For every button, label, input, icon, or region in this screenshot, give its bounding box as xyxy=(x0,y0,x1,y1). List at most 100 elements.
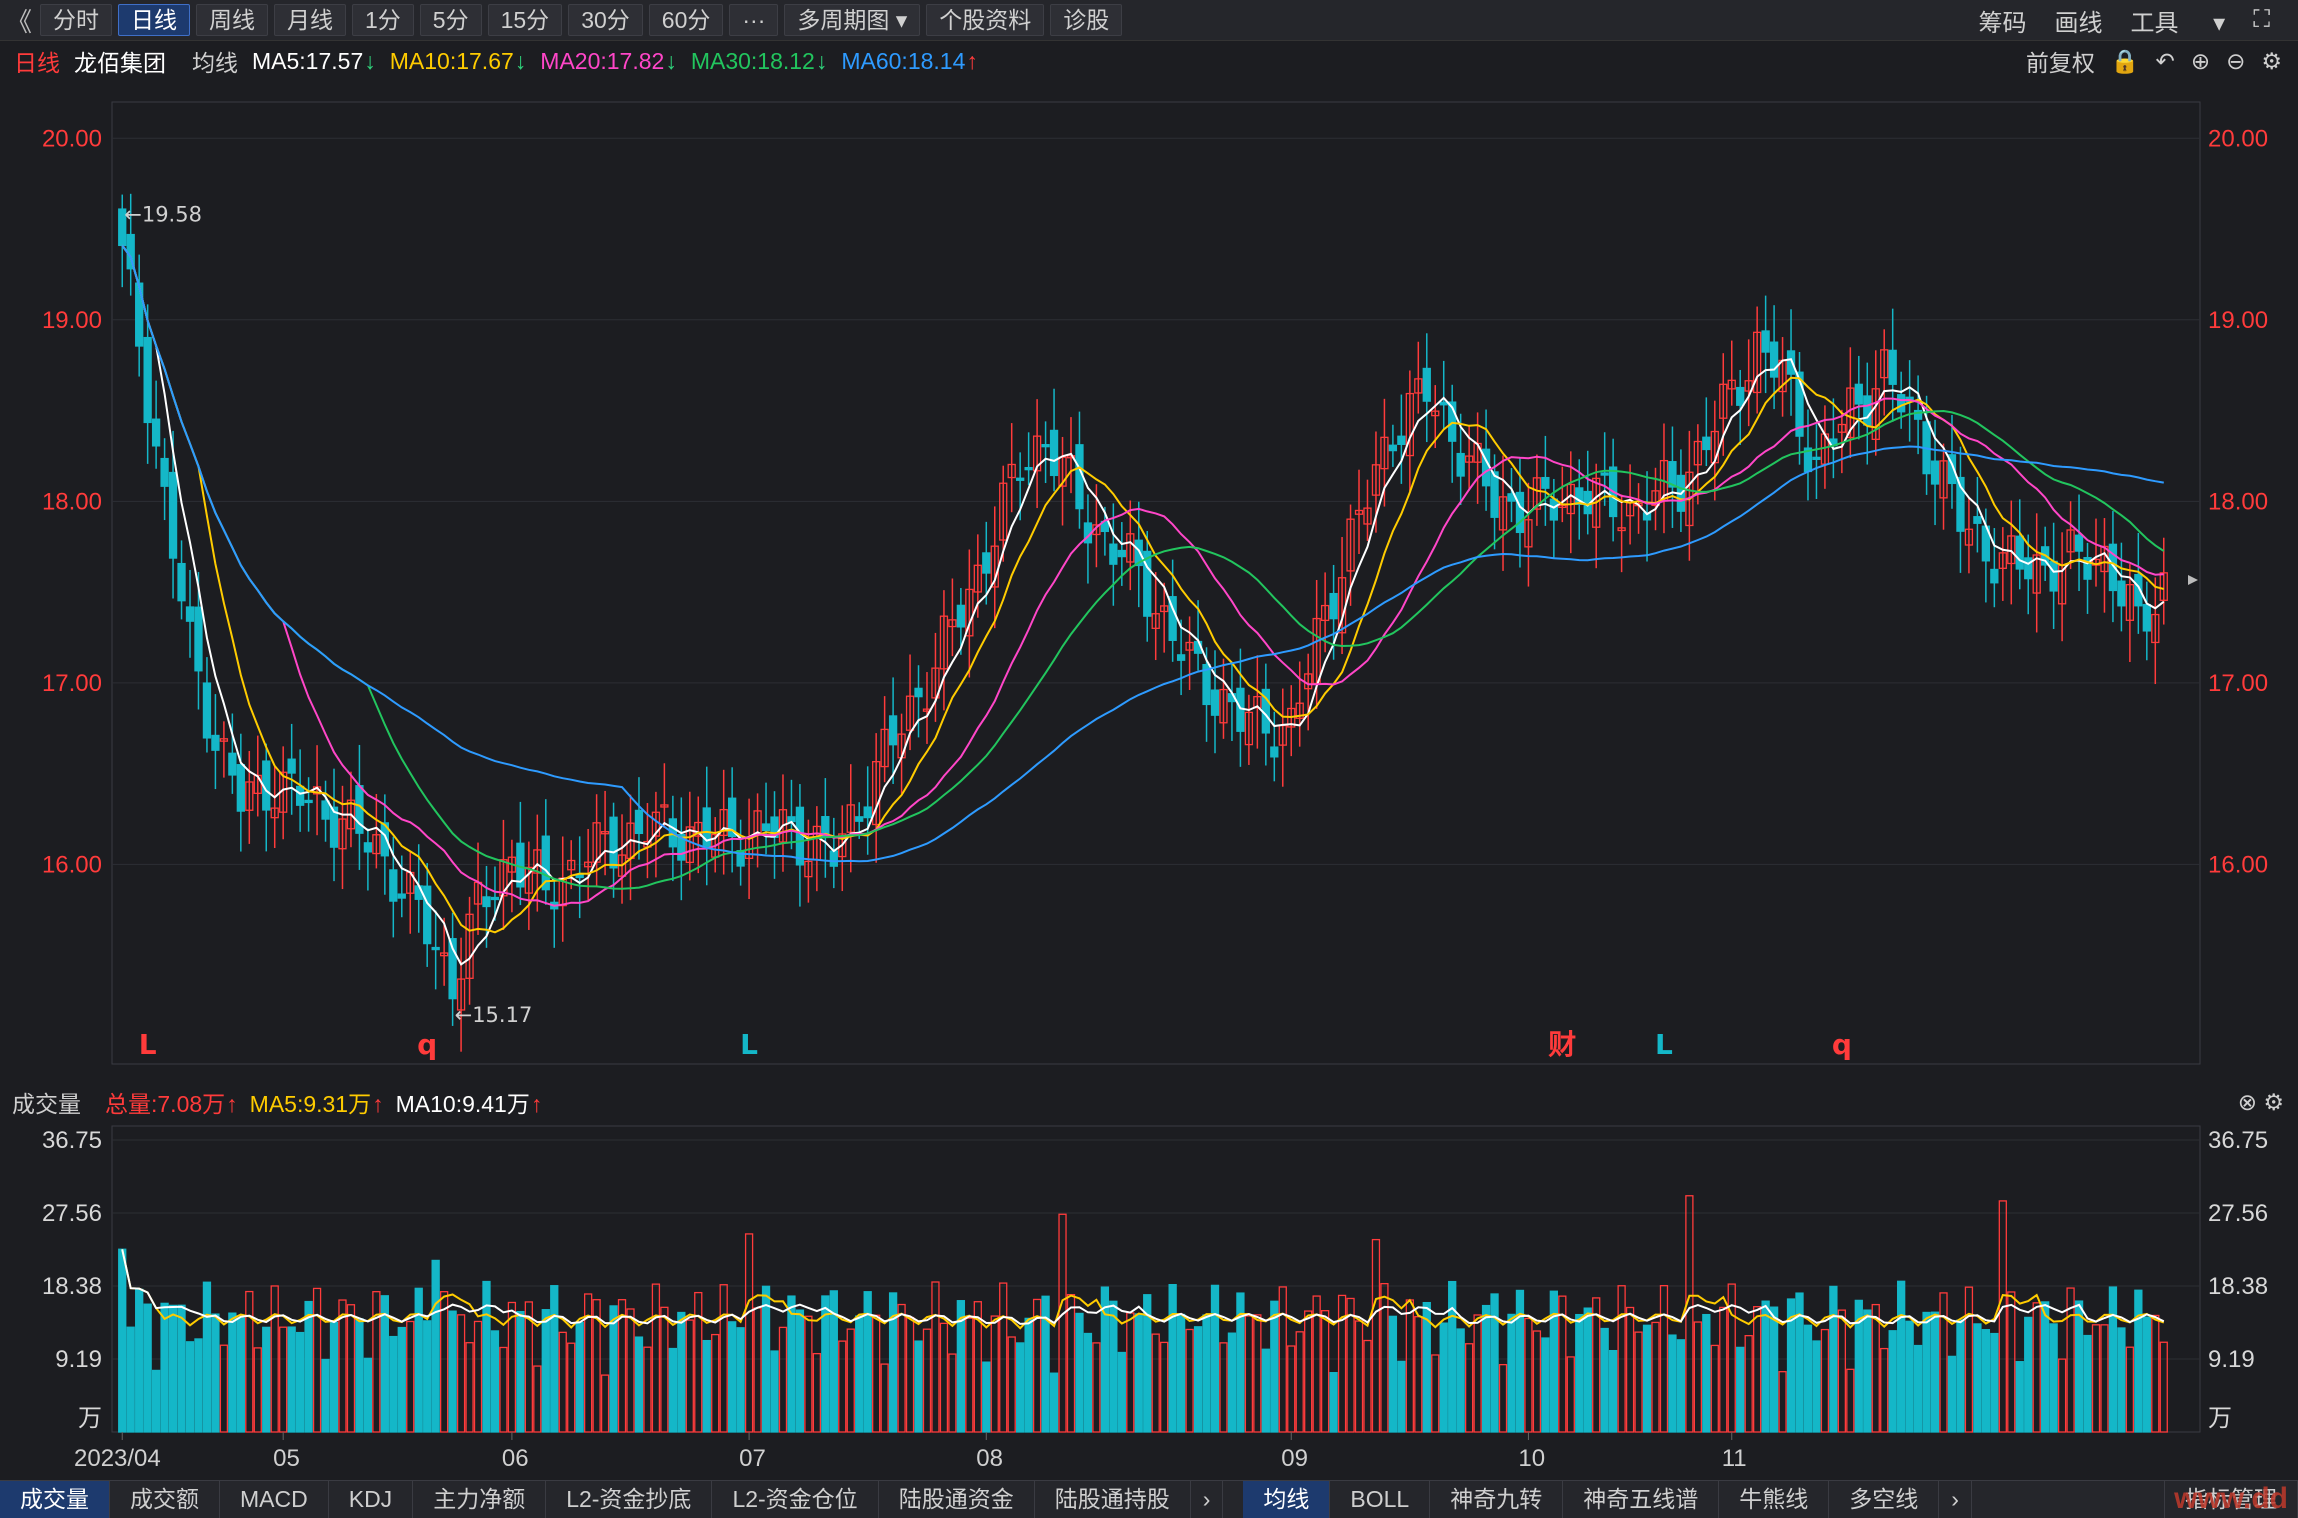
volume-bar xyxy=(397,1326,406,1433)
candle-body xyxy=(211,734,220,751)
volume-bar xyxy=(516,1310,525,1433)
candle-body xyxy=(1761,330,1770,353)
volume-bar xyxy=(346,1304,356,1433)
signal-marker: L xyxy=(139,1028,157,1061)
ma20-line xyxy=(121,244,2164,907)
volume-bar xyxy=(1634,1331,1643,1433)
volume-bar xyxy=(1888,1330,1897,1433)
volume-bar xyxy=(1973,1323,1982,1433)
candle-body xyxy=(1702,436,1711,451)
volume-bar xyxy=(2057,1358,2067,1433)
volume-bar xyxy=(2134,1289,2143,1433)
volume-bar xyxy=(736,1327,745,1433)
candle-body xyxy=(761,823,771,832)
tab-l2-position[interactable]: L2-资金仓位 xyxy=(712,1481,879,1518)
volume-bar xyxy=(982,1361,991,1433)
volume-bar xyxy=(685,1319,694,1433)
price-tick-label-left: 18.00 xyxy=(42,488,102,515)
volume-ma10: MA10:9.41万 xyxy=(396,1085,543,1119)
candle-body xyxy=(1786,350,1796,375)
volume-bar xyxy=(287,1326,296,1433)
candle-body xyxy=(1075,444,1084,510)
tab-boll[interactable]: BOLL xyxy=(1330,1481,1431,1518)
volume-bar xyxy=(253,1347,262,1433)
candle-body xyxy=(888,715,898,746)
volume-bar xyxy=(202,1281,212,1433)
volume-bar xyxy=(1583,1307,1592,1433)
volume-bar xyxy=(1388,1315,1398,1433)
tab-l2-bottom[interactable]: L2-资金抄底 xyxy=(546,1481,713,1518)
kline-chart[interactable]: 20.00 19.00 18.00 17.00 16.00 20.00 19.00 18.0… xyxy=(0,0,2298,1517)
volume-tick-label-right: 36.75 xyxy=(2208,1127,2268,1154)
candle-body xyxy=(855,816,864,822)
volume-bar xyxy=(304,1300,313,1433)
candle-body xyxy=(2142,603,2151,632)
volume-bar xyxy=(1524,1317,1533,1433)
candle-body xyxy=(423,885,432,945)
watermark-text: www.dd xyxy=(2174,1482,2288,1515)
volume-bar xyxy=(1016,1342,1025,1433)
volume-bar xyxy=(338,1299,347,1433)
candle-body xyxy=(1600,472,1609,476)
volume-bar xyxy=(1431,1354,1440,1433)
volume-bar xyxy=(1049,1372,1059,1433)
volume-bar xyxy=(1219,1342,1228,1433)
candle-body xyxy=(829,850,838,867)
close-volume-icon[interactable]: ⊗ ⚙ xyxy=(2238,1089,2284,1116)
volume-bar xyxy=(321,1358,330,1433)
tab-bull-bear[interactable]: 牛熊线 xyxy=(1719,1481,1830,1518)
volume-bar xyxy=(1202,1314,1211,1433)
candle-body xyxy=(1854,383,1863,405)
chevron-right-icon-2[interactable]: › xyxy=(1939,1481,1972,1518)
volume-bar xyxy=(1397,1360,1406,1433)
price-tick-label-left: 20.00 xyxy=(42,125,102,152)
price-annotations: ←19.58 ←15.17 xyxy=(124,203,532,1027)
tab-main-net[interactable]: 主力净额 xyxy=(413,1481,547,1518)
volume-bar xyxy=(194,1338,203,1433)
candle-body xyxy=(1270,746,1279,758)
tab-volume[interactable]: 成交量 xyxy=(0,1481,110,1518)
volume-bar xyxy=(804,1315,813,1433)
volume-bar xyxy=(1464,1343,1474,1433)
volume-bar xyxy=(1685,1195,1694,1433)
volume-bar xyxy=(1676,1339,1686,1433)
tab-hk-flow[interactable]: 陆股通资金 xyxy=(879,1481,1035,1518)
candle-body xyxy=(1736,386,1745,406)
volume-bar xyxy=(1193,1326,1203,1433)
chevron-right-icon[interactable]: › xyxy=(1191,1481,1224,1518)
volume-bar xyxy=(1778,1371,1787,1433)
candle-body xyxy=(1388,444,1398,452)
tab-long-short[interactable]: 多空线 xyxy=(1829,1481,1940,1518)
volume-bar xyxy=(177,1304,186,1433)
candle-body xyxy=(431,946,440,951)
volume-bar xyxy=(1066,1294,1076,1433)
candle-body xyxy=(1176,654,1186,661)
volume-bar xyxy=(931,1281,940,1433)
tab-kdj[interactable]: KDJ xyxy=(329,1481,414,1518)
volume-bar xyxy=(1761,1300,1770,1433)
volume-bar xyxy=(872,1314,881,1433)
candle-body xyxy=(1973,516,1982,524)
volume-title: 成交量 xyxy=(12,1091,81,1117)
volume-bar xyxy=(1710,1344,1719,1433)
volume-bar xyxy=(126,1326,135,1433)
tab-ma[interactable]: 均线 xyxy=(1243,1481,1331,1518)
tab-five-line[interactable]: 神奇五线谱 xyxy=(1563,1481,1720,1518)
volume-bar xyxy=(1058,1213,1067,1433)
volume-bar xyxy=(1625,1306,1635,1433)
price-tick-label-right: 17.00 xyxy=(2208,670,2268,697)
volume-bar xyxy=(1448,1280,1457,1433)
volume-unit-left: 万 xyxy=(78,1404,102,1432)
volume-bar xyxy=(1481,1304,1491,1433)
tab-nine[interactable]: 神奇九转 xyxy=(1430,1481,1564,1518)
volume-bar xyxy=(939,1322,949,1433)
tab-hk-hold[interactable]: 陆股通持股 xyxy=(1035,1481,1191,1518)
volume-bar xyxy=(905,1316,915,1433)
tab-macd[interactable]: MACD xyxy=(220,1481,329,1518)
volume-bar xyxy=(812,1352,822,1433)
volume-bar xyxy=(1651,1321,1660,1433)
candle-body xyxy=(490,896,500,901)
tab-turnover[interactable]: 成交额 xyxy=(110,1481,220,1518)
volume-bar xyxy=(1922,1311,1931,1433)
signal-marker: q xyxy=(417,1028,437,1061)
